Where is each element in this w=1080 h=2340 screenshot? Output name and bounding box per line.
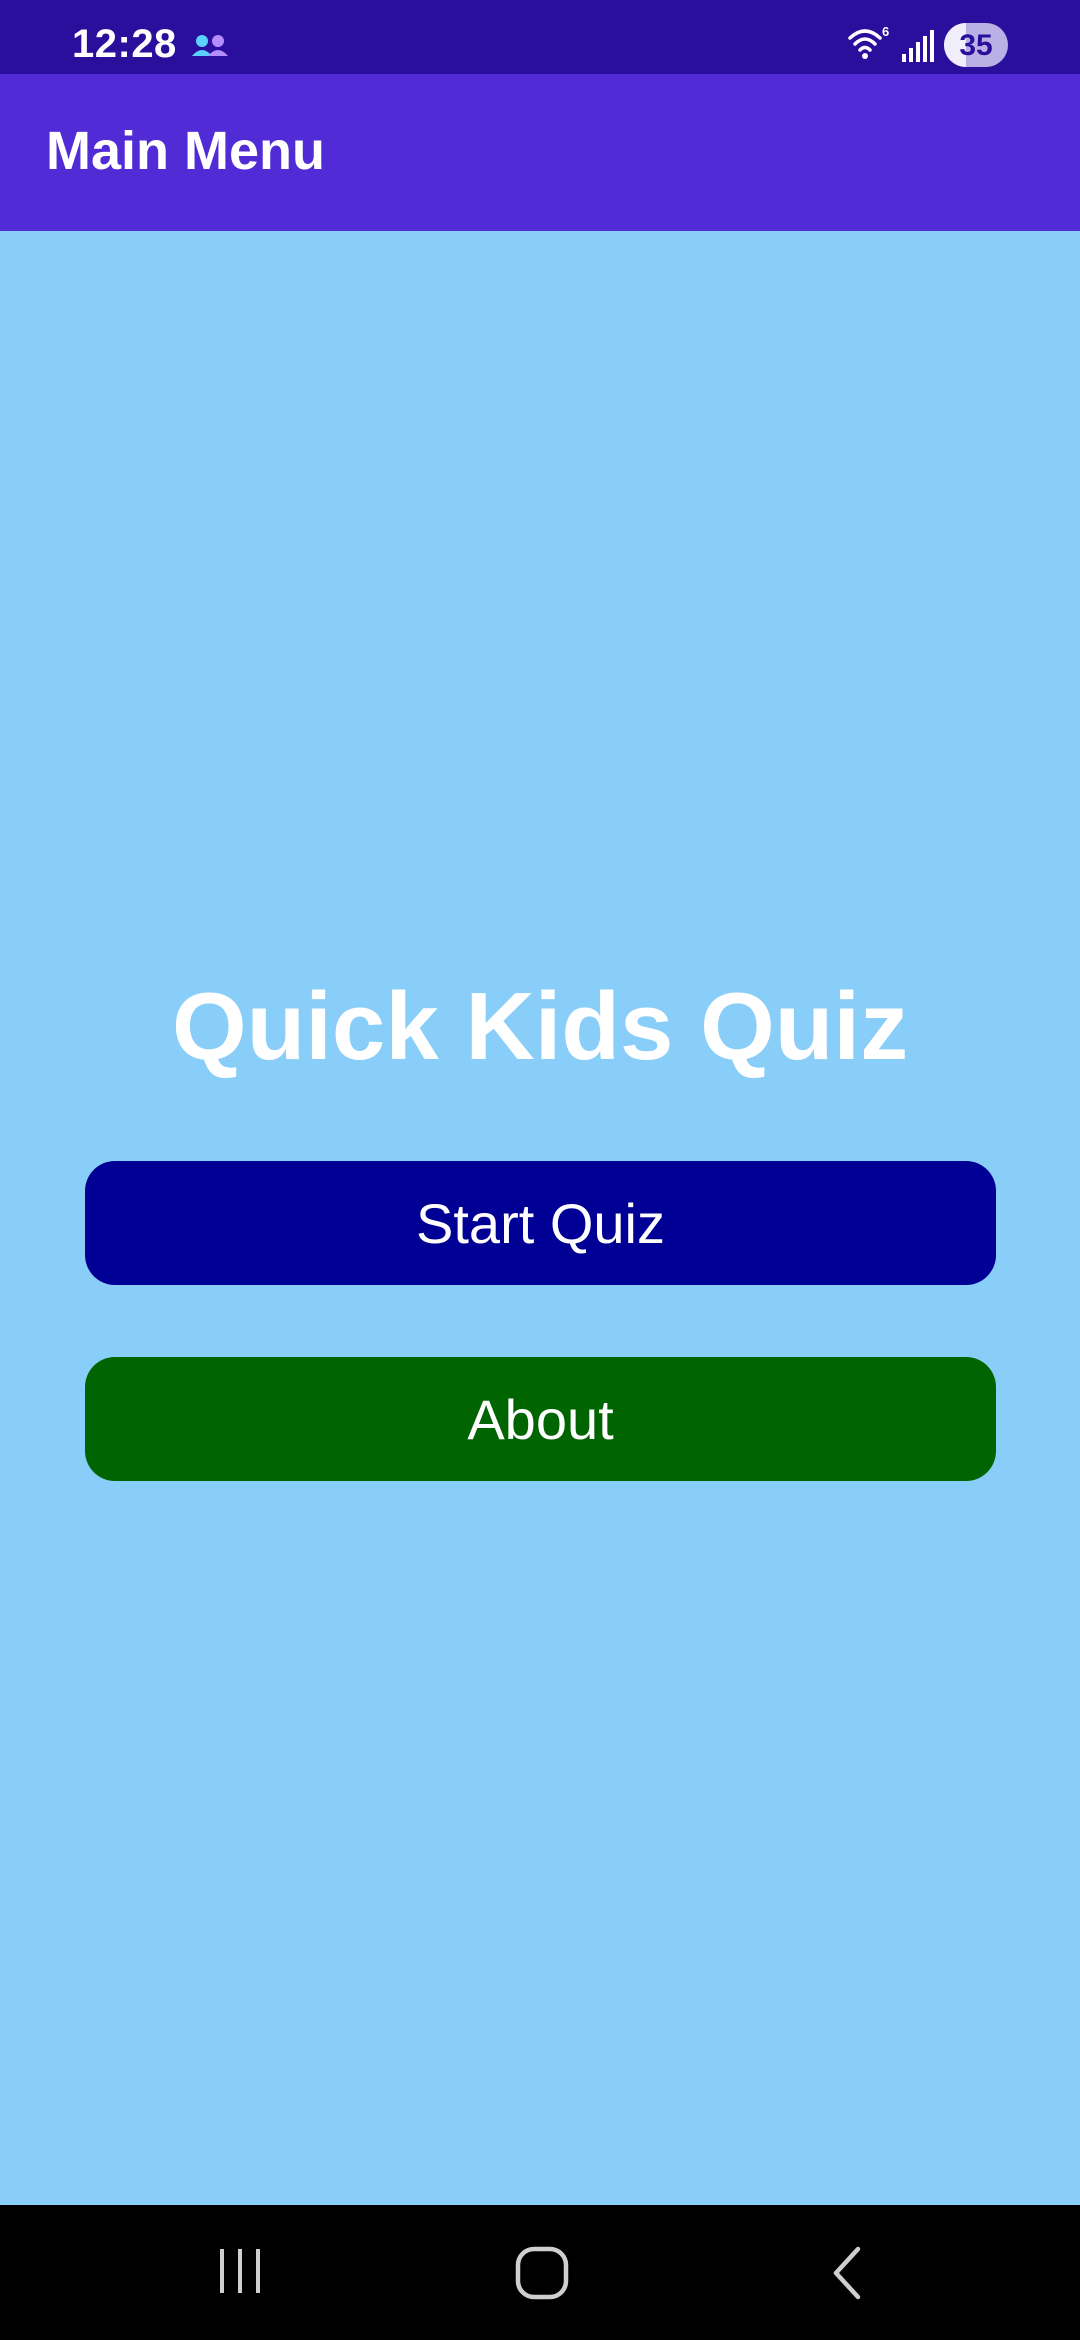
main-content: Quick Kids Quiz Start Quiz About [0, 231, 1080, 2205]
about-button-label: About [467, 1387, 614, 1451]
battery-icon: 35 [944, 23, 1008, 67]
wifi-icon: 6 [848, 24, 889, 59]
recents-icon[interactable] [214, 2245, 266, 2297]
start-quiz-button-label: Start Quiz [416, 1191, 665, 1255]
wifi-badge-label: 6 [882, 24, 889, 39]
app-bar-title: Main Menu [46, 121, 325, 181]
back-icon[interactable] [826, 2245, 870, 2301]
status-time: 12:28 [72, 22, 177, 66]
quiz-title: Quick Kids Quiz [171, 973, 909, 1080]
home-icon[interactable] [514, 2245, 570, 2301]
app-bar: Main Menu [0, 74, 1080, 231]
signal-icon [902, 30, 934, 62]
notification-icon [192, 35, 228, 56]
status-bar: 12:28 6 35 [0, 0, 1080, 74]
navigation-bar [0, 2205, 1080, 2340]
start-quiz-button[interactable]: Start Quiz [85, 1161, 996, 1285]
about-button[interactable]: About [85, 1357, 996, 1481]
battery-level: 35 [959, 29, 993, 62]
